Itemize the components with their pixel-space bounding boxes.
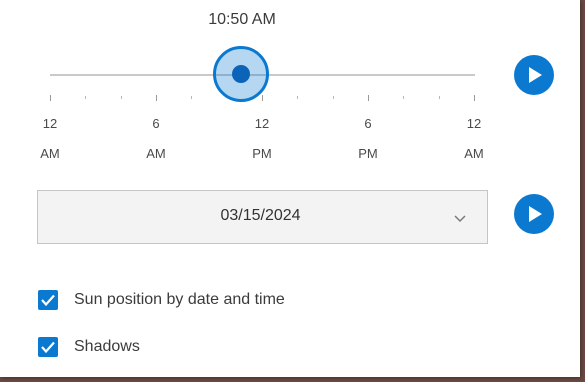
play-time-button[interactable]	[514, 55, 554, 95]
tick-label-hour: 6	[152, 116, 160, 131]
checkmark-icon	[41, 341, 55, 354]
slider-tick-major	[474, 95, 475, 101]
slider-tick-minor	[439, 96, 440, 99]
tick-label-period: AM	[464, 146, 484, 161]
sun-position-label: Sun position by date and time	[74, 291, 285, 308]
chevron-down-icon	[454, 215, 466, 223]
play-icon	[529, 206, 542, 222]
current-time-label: 10:50 AM	[208, 11, 276, 28]
play-icon	[529, 67, 542, 83]
slider-tick-minor	[403, 96, 404, 99]
slider-tick-minor	[191, 96, 192, 99]
tick-label-hour: 12	[466, 116, 482, 131]
tick-label-period: PM	[358, 146, 378, 161]
tick-label-period: PM	[252, 146, 272, 161]
tick-label-period: AM	[146, 146, 166, 161]
shadows-label: Shadows	[74, 338, 140, 355]
slider-tick-minor	[85, 96, 86, 99]
slider-tick-major	[156, 95, 157, 101]
tick-label-period: AM	[40, 146, 60, 161]
slider-tick-minor	[333, 96, 334, 99]
sun-position-checkbox[interactable]	[38, 290, 58, 310]
slider-tick-minor	[121, 96, 122, 99]
daylight-panel: 10:50 AM 12 AM 6 AM 12 PM 6 PM 12 AM 03/…	[0, 0, 580, 377]
slider-tick-major	[368, 95, 369, 101]
play-date-button[interactable]	[514, 194, 554, 234]
tick-label-hour: 12	[254, 116, 270, 131]
tick-label-hour: 12	[42, 116, 58, 131]
date-select[interactable]: 03/15/2024	[37, 190, 488, 244]
tick-label-hour: 6	[364, 116, 372, 131]
slider-tick-major	[50, 95, 51, 101]
slider-tick-minor	[297, 96, 298, 99]
time-slider-thumb-dot	[232, 65, 251, 83]
time-slider-thumb[interactable]	[213, 46, 270, 102]
checkmark-icon	[41, 294, 55, 307]
shadows-checkbox[interactable]	[38, 337, 58, 357]
date-value: 03/15/2024	[220, 207, 301, 224]
slider-tick-major	[262, 95, 263, 101]
